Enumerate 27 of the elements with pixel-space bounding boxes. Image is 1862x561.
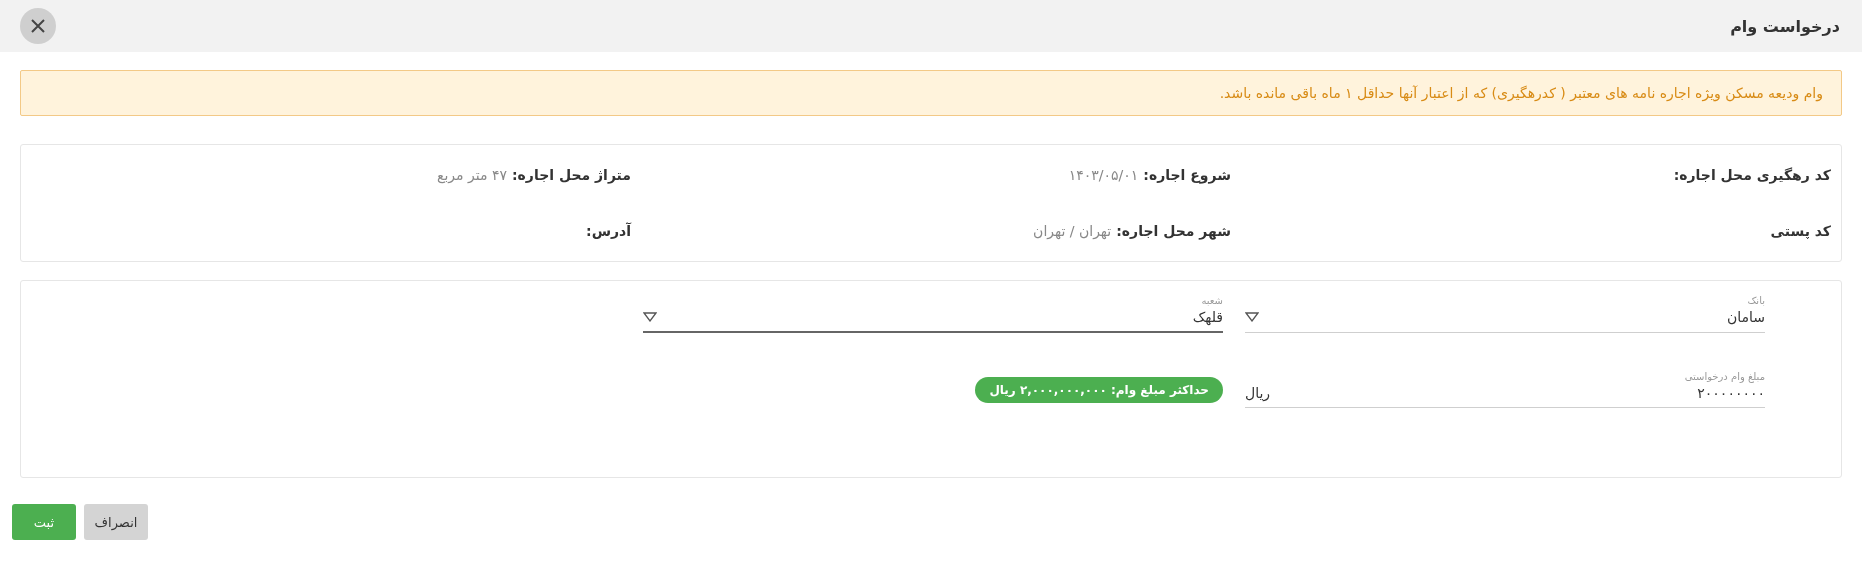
info-label: کد رهگیری محل اجاره:	[1673, 167, 1831, 183]
field-label: مبلغ وام درخواستی	[1683, 371, 1765, 385]
close-button[interactable]	[20, 8, 56, 44]
dropdown-field[interactable]: شعبه قلهک	[643, 295, 1223, 333]
field-label: شعبه	[1200, 295, 1223, 308]
currency-suffix: ریال	[1245, 385, 1271, 401]
info-label: شهر محل اجاره:	[1116, 223, 1231, 239]
info-label: متراژ محل اجاره:	[511, 167, 631, 183]
dialog-title: درخواست وام	[1730, 16, 1840, 36]
input-field[interactable]: مبلغ وام درخواستی ۲۰۰۰۰۰۰۰۰ ریال	[1245, 371, 1765, 408]
field-value: ۲۰۰۰۰۰۰۰۰	[1697, 385, 1765, 401]
close-icon	[31, 19, 45, 33]
field-value: سامان	[1726, 309, 1765, 325]
info-value: ۱۴۰۳/۰۵/۰۱	[1068, 167, 1139, 183]
field-label: بانک	[1746, 295, 1765, 308]
cancel-button[interactable]: انصراف	[84, 504, 148, 540]
warning-alert: وام ودیعه مسکن ویژه اجاره نامه های معتبر ( کدرهگیری) که از اعتبار آنها حداقل ۱ ماه باقی مانده باشد.	[20, 70, 1842, 116]
info-value: تهران / تهران	[1033, 223, 1112, 239]
info-label: آدرس:	[586, 223, 631, 239]
info-label: کد پستی	[1770, 223, 1831, 239]
dropdown-arrow-icon	[1245, 312, 1259, 322]
info-value: ۴۷ متر مربع	[437, 167, 507, 183]
field-value: قلهک	[1192, 309, 1223, 325]
max-amount-badge: حداکثر مبلغ وام: ۲,۰۰۰,۰۰۰,۰۰۰ ریال	[975, 376, 1223, 403]
info-label: شروع اجاره:	[1143, 167, 1231, 183]
dropdown-field[interactable]: بانک سامان	[1245, 295, 1765, 333]
dropdown-arrow-icon	[643, 312, 657, 322]
